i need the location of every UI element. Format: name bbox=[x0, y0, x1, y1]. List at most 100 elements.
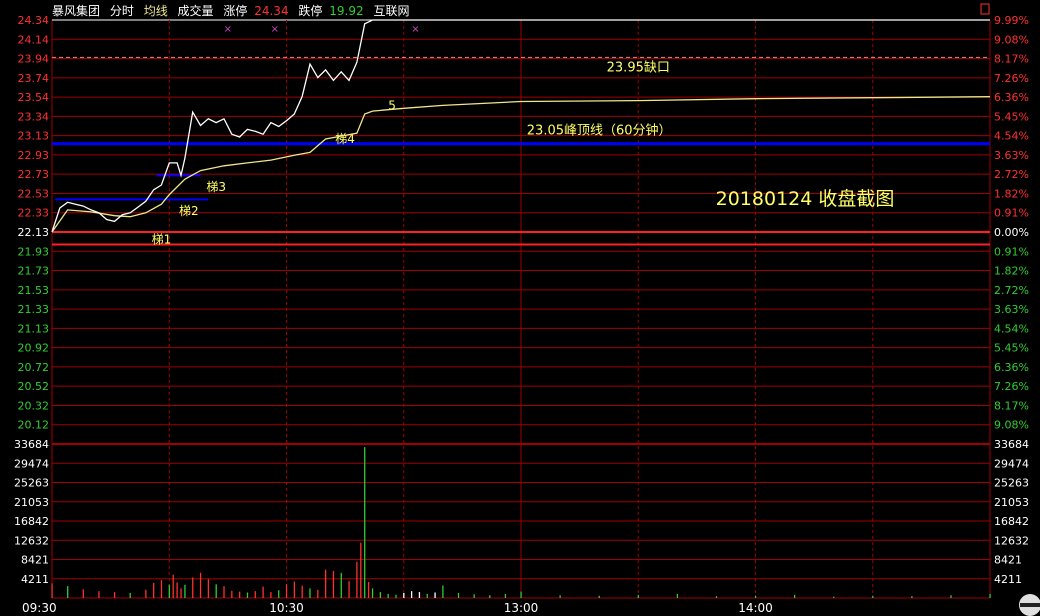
volume-bar bbox=[215, 584, 217, 598]
pct-tick-label: 3.63% bbox=[994, 303, 1029, 316]
volume-tick-label-right: 29474 bbox=[994, 457, 1029, 470]
volume-bar bbox=[309, 588, 311, 598]
price-tick-label: 22.33 bbox=[18, 207, 50, 220]
volume-bar bbox=[387, 593, 389, 598]
peak-line-label: 23.05峰顶线（60分钟） bbox=[527, 123, 672, 139]
price-tick-label: 21.73 bbox=[18, 265, 50, 278]
ladder-label: 梯2 bbox=[179, 204, 199, 218]
pct-tick-label: 9.08% bbox=[994, 419, 1029, 432]
volume-bar bbox=[324, 569, 327, 598]
volume-bar bbox=[98, 591, 100, 598]
volume-bar bbox=[371, 588, 374, 598]
scroll-knob-slot bbox=[1020, 603, 1040, 607]
event-marker-icon: × bbox=[411, 24, 419, 35]
volume-bar bbox=[426, 593, 428, 598]
pct-tick-label: 8.17% bbox=[994, 399, 1029, 412]
ladder-label: 梯3 bbox=[206, 180, 226, 194]
price-tick-label: 20.52 bbox=[18, 380, 50, 393]
volume-bar bbox=[403, 592, 405, 598]
volume-bar bbox=[51, 583, 53, 598]
volume-bar bbox=[911, 596, 913, 598]
volume-bar bbox=[367, 581, 370, 598]
price-tick-label: 21.93 bbox=[18, 245, 50, 258]
volume-bar bbox=[293, 581, 296, 598]
volume-bar bbox=[301, 585, 303, 598]
volume-bar bbox=[833, 596, 835, 598]
volume-bar bbox=[239, 591, 241, 598]
volume-bar bbox=[348, 581, 350, 598]
volume-bar bbox=[199, 572, 202, 598]
price-tick-label: 23.13 bbox=[18, 130, 50, 143]
volume-bar bbox=[364, 447, 366, 598]
volume-bar bbox=[246, 592, 249, 598]
volume-bar bbox=[168, 584, 170, 598]
event-marker-icon: × bbox=[271, 24, 279, 35]
volume-bar bbox=[520, 591, 522, 598]
pct-tick-label: 1.82% bbox=[994, 187, 1029, 200]
volume-tick-label-left: 8421 bbox=[21, 554, 49, 567]
pct-tick-label: 2.72% bbox=[994, 168, 1029, 181]
volume-bar bbox=[442, 585, 444, 598]
volume-tick-label-right: 12632 bbox=[994, 534, 1029, 547]
volume-bar bbox=[176, 582, 178, 598]
window-toggle-icon[interactable] bbox=[980, 3, 990, 15]
volume-tick-label-right: 8421 bbox=[994, 554, 1022, 567]
price-tick-label: 24.34 bbox=[18, 14, 50, 27]
volume-bar bbox=[793, 594, 796, 598]
price-tick-label: 22.93 bbox=[18, 149, 50, 162]
volume-bar bbox=[410, 591, 413, 598]
pct-tick-label: 7.26% bbox=[994, 380, 1029, 393]
volume-bar bbox=[598, 595, 600, 598]
pct-tick-label: 5.45% bbox=[994, 342, 1029, 355]
volume-bar bbox=[262, 586, 264, 598]
volume-bar bbox=[989, 593, 991, 598]
price-tick-label: 22.73 bbox=[18, 168, 50, 181]
pct-tick-label: 2.72% bbox=[994, 284, 1029, 297]
volume-bar bbox=[676, 593, 679, 598]
volume-bar bbox=[285, 584, 288, 598]
volume-bar bbox=[332, 571, 335, 598]
volume-tick-label-right: 25263 bbox=[994, 477, 1029, 490]
time-axis-label: 09:30 bbox=[22, 601, 57, 615]
price-tick-label: 20.12 bbox=[18, 419, 50, 432]
volume-bar bbox=[340, 572, 342, 598]
volume-tick-label-left: 21053 bbox=[14, 496, 49, 509]
pct-tick-label: 9.08% bbox=[994, 33, 1029, 46]
ladder-label: 5 bbox=[388, 98, 396, 112]
price-tick-label: 21.53 bbox=[18, 284, 50, 297]
pct-tick-label: 6.36% bbox=[994, 91, 1029, 104]
pct-tick-label: 6.36% bbox=[994, 361, 1029, 374]
volume-bar bbox=[360, 542, 362, 598]
time-axis-label: 10:30 bbox=[269, 601, 304, 615]
price-tick-label: 22.13 bbox=[18, 226, 50, 239]
volume-bar bbox=[637, 594, 639, 598]
volume-bar bbox=[754, 595, 757, 598]
intraday-chart[interactable]: 24.34 9.99% 24.14 9.08% 23.94 8.17% 23.74 7.26%… bbox=[0, 0, 1040, 616]
volume-bar bbox=[180, 588, 182, 598]
volume-bar bbox=[160, 580, 163, 598]
volume-bar bbox=[457, 592, 460, 598]
price-tick-label: 24.14 bbox=[18, 33, 50, 46]
volume-bar bbox=[418, 592, 421, 598]
volume-tick-label-left: 29474 bbox=[14, 457, 49, 470]
volume-tick-label-left: 4211 bbox=[21, 573, 49, 586]
volume-tick-label-right: 33684 bbox=[994, 438, 1029, 451]
volume-bar bbox=[145, 589, 147, 598]
volume-bar bbox=[129, 592, 131, 598]
volume-tick-label-left: 12632 bbox=[14, 534, 49, 547]
pct-tick-label: 0.91% bbox=[994, 207, 1029, 220]
pct-tick-label: 5.45% bbox=[994, 110, 1029, 123]
volume-bar bbox=[395, 594, 397, 598]
pct-tick-label: 0.00% bbox=[994, 226, 1029, 239]
volume-bar bbox=[270, 592, 272, 598]
volume-bar bbox=[113, 592, 116, 598]
volume-bar bbox=[254, 591, 256, 598]
volume-bar bbox=[278, 590, 280, 598]
pct-tick-label: 1.82% bbox=[994, 265, 1029, 278]
price-tick-label: 23.54 bbox=[18, 91, 50, 104]
volume-bar bbox=[559, 595, 561, 598]
price-tick-label: 20.72 bbox=[18, 361, 50, 374]
price-tick-label: 21.33 bbox=[18, 303, 50, 316]
price-tick-label: 20.32 bbox=[18, 399, 50, 412]
volume-bar bbox=[872, 595, 874, 598]
